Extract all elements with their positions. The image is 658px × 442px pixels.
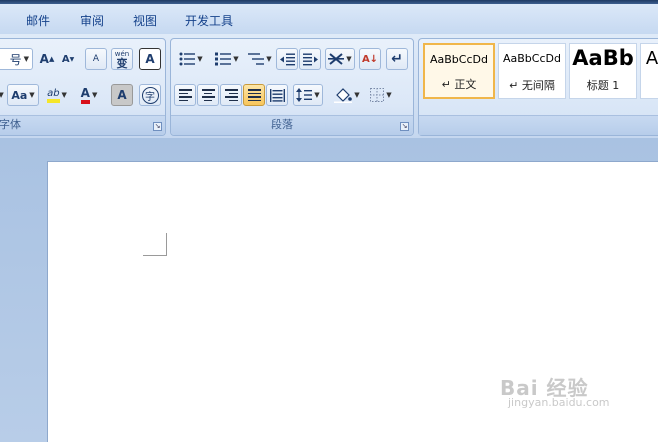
justify-icon	[247, 89, 261, 101]
font-size-value: 号	[9, 52, 22, 67]
grow-font-button[interactable]: A ▲	[37, 48, 57, 70]
paragraph-group-label: 段落	[271, 118, 293, 131]
style-name-label: 标题 1	[586, 79, 620, 92]
char-border-button[interactable]: A	[139, 48, 161, 70]
style-sample-text: AaBb	[572, 46, 634, 70]
numbered-list-icon	[215, 52, 232, 66]
font-group: 号 ▼ A ▲ A ▼ A wén 变 A ▼ Aa ▼ ab ▼ A ▼ A 字 字体 ↘	[0, 38, 166, 136]
line-spacing-icon	[296, 88, 313, 102]
paragraph-mark-icon: ↵	[391, 51, 403, 67]
paragraph-group: ▼ ▼ ▼ ▼ A↓ ↵ ▼ ▼ ▼ 段落 ↘	[170, 38, 414, 136]
char-border-icon: A	[145, 52, 155, 66]
paint-bucket-icon	[334, 87, 353, 103]
shrink-font-button[interactable]: A ▼	[59, 48, 77, 70]
shrink-font-icon: A	[61, 53, 70, 65]
highlighter-icon: ab	[47, 88, 60, 103]
chevron-down-icon: ▼	[61, 91, 67, 99]
dialog-launcher-icon[interactable]: ↘	[153, 122, 162, 131]
phonetic-guide-button[interactable]: wén 变	[111, 48, 133, 70]
tab-developer[interactable]: 开发工具	[185, 12, 233, 29]
phonetic-char-icon: 变	[116, 57, 128, 70]
sort-icon: A↓	[361, 53, 379, 65]
align-right-icon	[224, 89, 238, 101]
margin-corner-mark	[143, 255, 166, 256]
distributed-button[interactable]	[266, 84, 288, 106]
align-center-icon	[201, 89, 215, 101]
tab-review[interactable]: 审阅	[80, 12, 104, 29]
paragraph-group-label-bar: 段落 ↘	[171, 115, 413, 135]
enclose-char-button[interactable]: 字	[139, 84, 161, 106]
align-left-icon	[178, 89, 192, 101]
bullet-list-icon	[179, 52, 196, 66]
change-case-button[interactable]: Aa ▼	[7, 84, 39, 106]
align-right-button[interactable]	[220, 84, 242, 106]
arrow-down-icon: ▼	[69, 55, 75, 63]
indent-icon	[302, 53, 318, 65]
increase-indent-button[interactable]	[299, 48, 321, 70]
style-name-label: ↵ 无间隔	[509, 79, 555, 92]
style-no-spacing[interactable]: AaBbCcDd ↵ 无间隔	[498, 43, 566, 99]
font-color-button[interactable]: A ▼	[75, 84, 103, 106]
watermark-url: jingyan.baidu.com	[508, 396, 610, 409]
line-spacing-button[interactable]: ▼	[293, 84, 323, 106]
distributed-icon	[269, 88, 285, 102]
styles-group-label-bar	[419, 115, 658, 135]
style-sample-text: AaBbCcDd	[503, 52, 561, 65]
chevron-down-icon: ▼	[91, 91, 98, 99]
char-shading-icon: A	[117, 88, 127, 102]
style-normal[interactable]: AaBbCcDd ↵ 正文	[423, 43, 495, 99]
chinese-layout-icon	[328, 53, 345, 65]
watermark: Bai 经验 jingyan.baidu.com	[500, 372, 610, 409]
style-heading-2[interactable]: A	[640, 43, 658, 99]
style-sample-text: AaBbCcDd	[430, 53, 488, 66]
borders-button[interactable]: ▼	[365, 84, 397, 106]
tab-mailings[interactable]: 邮件	[26, 12, 50, 29]
outdent-icon	[279, 53, 295, 65]
align-left-button[interactable]	[174, 84, 196, 106]
chevron-down-icon: ▼	[29, 91, 35, 99]
multilevel-list-icon	[248, 53, 265, 65]
tab-view[interactable]: 视图	[133, 12, 157, 29]
chinese-layout-button[interactable]: ▼	[325, 48, 355, 70]
eraser-icon: A	[92, 54, 100, 64]
highlight-button[interactable]: ab ▼	[43, 84, 71, 106]
show-marks-button[interactable]: ↵	[386, 48, 408, 70]
margin-corner-mark	[166, 233, 167, 256]
font-group-label-bar: 字体 ↘	[0, 115, 165, 135]
font-dropdown-edge[interactable]: ▼	[0, 84, 4, 106]
grow-font-icon: A	[39, 52, 49, 66]
multilevel-list-button[interactable]: ▼	[246, 48, 274, 70]
style-name-label: ↵ 正文	[441, 78, 477, 91]
shading-button[interactable]: ▼	[331, 84, 363, 106]
bullets-button[interactable]: ▼	[174, 48, 208, 70]
char-shading-button[interactable]: A	[111, 84, 133, 106]
font-color-icon: A	[80, 86, 90, 104]
chevron-down-icon: ▼	[23, 55, 29, 63]
ribbon-tab-row: 邮件 审阅 视图 开发工具	[0, 4, 658, 34]
clear-format-button[interactable]: A	[85, 48, 107, 70]
borders-icon	[370, 88, 385, 102]
align-center-button[interactable]	[197, 84, 219, 106]
font-group-label: 字体	[0, 118, 21, 131]
enclose-char-icon: 字	[141, 86, 159, 104]
style-sample-text: A	[645, 48, 658, 69]
numbering-button[interactable]: ▼	[210, 48, 244, 70]
change-case-icon: Aa	[11, 88, 28, 102]
dialog-launcher-icon[interactable]: ↘	[400, 122, 409, 131]
decrease-indent-button[interactable]	[276, 48, 298, 70]
style-heading-1[interactable]: AaBb 标题 1	[569, 43, 637, 99]
font-size-select[interactable]: 号 ▼	[0, 48, 33, 70]
arrow-up-icon: ▲	[48, 55, 55, 63]
styles-gallery: AaBbCcDd ↵ 正文 AaBbCcDd ↵ 无间隔 AaBb 标题 1 A	[418, 38, 658, 136]
justify-button[interactable]	[243, 84, 265, 106]
sort-button[interactable]: A↓	[359, 48, 381, 70]
